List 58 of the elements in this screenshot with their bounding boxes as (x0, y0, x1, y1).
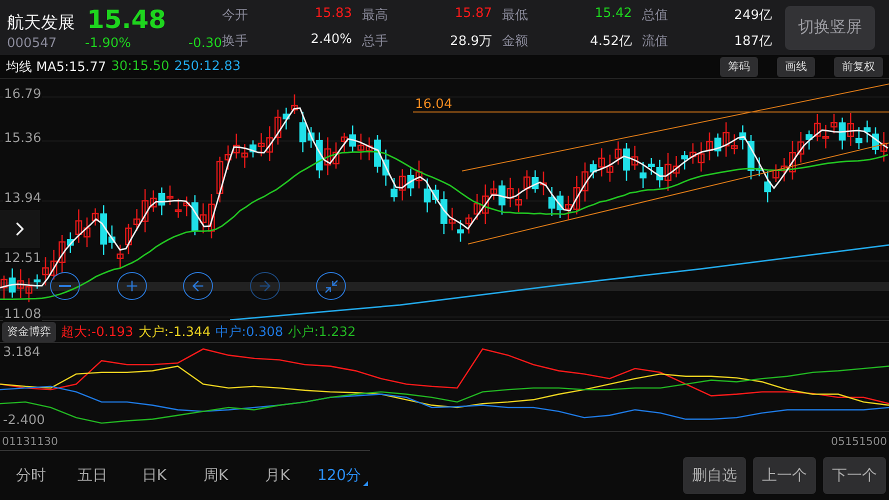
time-axis-label: 01131130 (2, 434, 58, 448)
quote-label: 总值 (642, 6, 668, 24)
shrink-icon (324, 278, 338, 294)
quote-value: 187亿 (734, 32, 772, 50)
quote-value: 15.42 (594, 6, 632, 22)
indicator-axis-label: -2.400 (3, 413, 45, 428)
arrow-right-icon (256, 278, 272, 294)
indicator-value: 小户:1.232 (288, 324, 356, 340)
quote-label: 最高 (362, 6, 388, 24)
action-button[interactable]: 下一个 (823, 456, 886, 494)
stock-price: 15.48 (87, 4, 166, 34)
price-axis-label: 11.08 (3, 307, 42, 322)
quote-label: 今开 (222, 6, 248, 24)
stock-name: 航天发展 (7, 12, 76, 34)
period-tab[interactable]: 日K (123, 451, 186, 500)
quote-value: 15.83 (314, 6, 352, 22)
indicator-axis-label: 3.184 (3, 345, 40, 360)
expand-panel-button[interactable] (0, 210, 40, 248)
chart-option-button[interactable]: 前复权 (834, 56, 883, 76)
zoom-in-button[interactable] (116, 272, 146, 300)
action-button[interactable]: 删自选 (683, 456, 746, 494)
indicator-value: 大户:-1.344 (138, 324, 211, 340)
chart-option-button[interactable]: 画线 (777, 56, 815, 76)
reset-zoom-button[interactable] (316, 272, 346, 300)
quote-label: 换手 (222, 32, 248, 50)
quote-value: 28.9万 (450, 32, 492, 50)
change-amount: -0.30 (187, 36, 222, 50)
quote-value: 2.40% (310, 32, 352, 48)
moving-average-value: 250:12.83 (174, 59, 241, 74)
period-tab[interactable]: 分时 (0, 451, 62, 500)
corner-indicator-icon (363, 481, 368, 486)
price-level-label: 16.04 (415, 97, 452, 112)
zoom-out-button[interactable] (50, 272, 80, 300)
period-tab[interactable]: 120分 (308, 451, 370, 500)
quote-label: 总手 (362, 32, 388, 50)
moving-average-value: 30:15.50 (111, 59, 170, 74)
indicator-value: 超大:-0.193 (61, 324, 134, 340)
stock-code: 000547 (7, 36, 58, 50)
switch-portrait-button[interactable]: 切换竖屏 (785, 6, 875, 50)
period-tab[interactable]: 五日 (62, 451, 124, 500)
period-tab[interactable]: 月K (246, 451, 308, 500)
quote-value: 249亿 (734, 6, 772, 24)
indicator-value: 中户:0.308 (216, 324, 284, 340)
quote-label: 最低 (502, 6, 528, 24)
plus-icon (124, 278, 140, 294)
period-tab[interactable]: 周K (185, 451, 247, 500)
time-axis-label: 05151500 (831, 434, 887, 448)
action-button[interactable]: 上一个 (753, 456, 816, 494)
quote-value: 4.52亿 (590, 32, 632, 50)
quote-value: 15.87 (454, 6, 492, 22)
quote-label: 流值 (642, 32, 668, 50)
indicator-button[interactable]: 资金博弈 (2, 322, 56, 342)
scroll-left-button[interactable] (183, 272, 213, 300)
moving-average-value: 均线 MA5:15.77 (6, 58, 106, 76)
minus-icon (59, 285, 71, 287)
change-percent: -1.90% (85, 36, 132, 50)
chart-option-button[interactable]: 筹码 (720, 56, 758, 76)
quote-label: 金额 (502, 32, 528, 50)
